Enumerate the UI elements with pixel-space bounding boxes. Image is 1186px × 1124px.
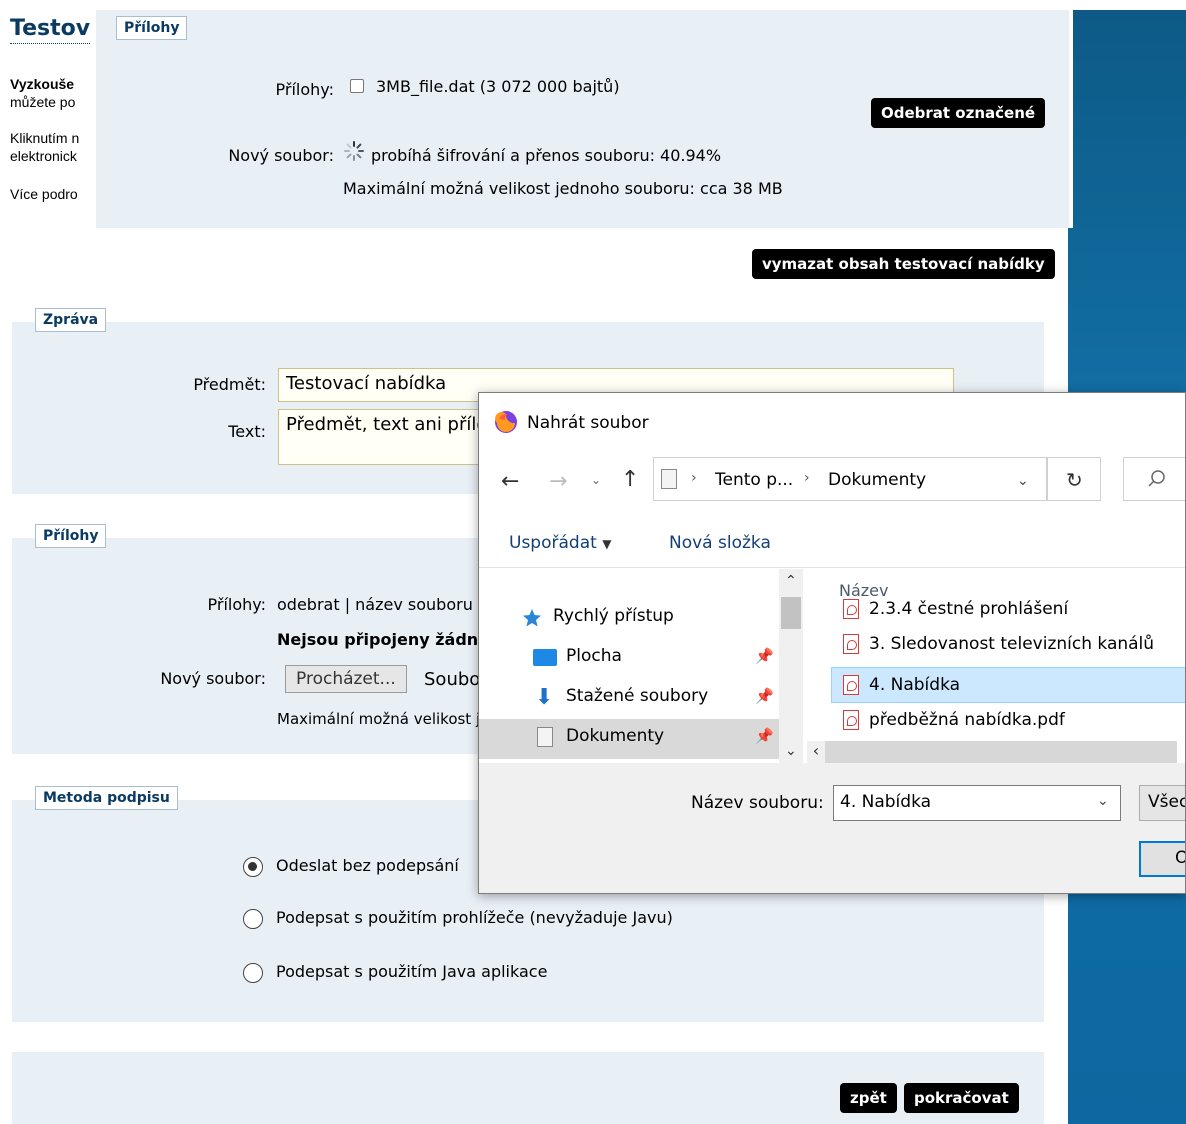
- option-label: Podepsat s použitím Java aplikace: [276, 962, 548, 981]
- intro-text: můžete po: [10, 94, 76, 110]
- dialog-title: Nahrát soubor: [527, 413, 649, 433]
- nav-item-documents[interactable]: Dokumenty: [566, 726, 664, 746]
- forward-arrow-icon[interactable]: →: [549, 469, 567, 494]
- pin-icon: 📌: [755, 647, 774, 665]
- filename-label: Název souboru:: [691, 793, 824, 813]
- new-file-label: Nový soubor:: [228, 146, 334, 165]
- text-label: Text:: [228, 422, 266, 441]
- intro-heading: Vyzkouše: [10, 76, 75, 92]
- signature-legend: Metoda podpisu: [35, 786, 178, 810]
- remove-selected-button[interactable]: Odebrat označené: [871, 98, 1046, 128]
- page-title: Testov: [10, 16, 91, 44]
- file-upload-dialog: Nahrát soubor ← → ⌄ ↑ › Tento p... › Dok…: [478, 392, 1186, 894]
- horizontal-scrollbar[interactable]: [825, 741, 1177, 763]
- recent-dropdown-icon[interactable]: ⌄: [591, 473, 601, 487]
- breadcrumb-item[interactable]: Dokumenty: [828, 470, 926, 490]
- radio-java-signature[interactable]: [243, 963, 263, 983]
- file-list: 2.3.4 čestné prohlášení 3. Sledovanost t…: [803, 571, 1185, 763]
- scroll-up-icon[interactable]: ⌃: [785, 573, 797, 589]
- download-icon: ⬇: [535, 685, 554, 710]
- option-label: Odeslat bez podepsání: [276, 856, 459, 875]
- file-name: předběžná nabídka.pdf: [869, 710, 1065, 730]
- file-checkbox[interactable]: [350, 79, 364, 93]
- max-size-note: Maximální možná velikost j: [277, 710, 481, 728]
- no-attachments-text: Nejsou připojeny žádn: [277, 630, 479, 649]
- file-name: 4. Nabídka: [869, 675, 961, 695]
- message-legend: Zpráva: [35, 308, 107, 332]
- firefox-icon: [495, 411, 517, 433]
- documents-icon: [537, 727, 553, 747]
- filename-dropdown-icon[interactable]: ⌄: [1097, 793, 1109, 809]
- up-arrow-icon[interactable]: ↑: [621, 467, 639, 492]
- attachments-label: Přílohy:: [275, 80, 334, 99]
- intro-text: Více podro: [10, 186, 78, 202]
- address-dropdown-icon[interactable]: ⌄: [1017, 473, 1029, 489]
- filename-input[interactable]: 4. Nabídka: [833, 785, 1121, 821]
- attached-file-name: 3MB_file.dat (3 072 000 bajtů): [376, 77, 620, 96]
- star-icon: [523, 609, 541, 627]
- intro-text: Kliknutím n: [10, 130, 80, 146]
- file-name: 2.3.4 čestné prohlášení: [869, 599, 1069, 619]
- nav-item-downloads[interactable]: Stažené soubory: [566, 686, 708, 706]
- breadcrumb-separator-icon: ›: [804, 470, 810, 486]
- continue-button[interactable]: pokračovat: [904, 1083, 1019, 1113]
- radio-no-signature[interactable]: [243, 857, 263, 877]
- toolbar-divider: [479, 567, 1185, 568]
- dropdown-triangle-icon: ▼: [602, 537, 612, 551]
- file-type-filter[interactable]: Všech: [1139, 785, 1185, 821]
- scrollbar-thumb[interactable]: [781, 597, 801, 629]
- upload-progress-text: probíhá šifrování a přenos souboru: 40.9…: [371, 146, 722, 165]
- search-icon: [1148, 470, 1165, 487]
- loading-spinner-icon: [344, 141, 364, 161]
- open-button[interactable]: O: [1139, 841, 1185, 877]
- attachments-legend: Přílohy: [35, 524, 107, 548]
- desktop-icon: [533, 649, 557, 666]
- back-arrow-icon[interactable]: ←: [501, 469, 519, 494]
- pdf-file-icon: [843, 675, 859, 695]
- no-file-selected-text: Soubo: [424, 669, 481, 690]
- pin-icon: 📌: [755, 687, 774, 705]
- new-folder-button[interactable]: Nová složka: [669, 533, 771, 553]
- attachments-header: odebrat | název souboru: [277, 595, 473, 614]
- clear-offer-button[interactable]: vymazat obsah testovací nabídky: [752, 249, 1055, 279]
- pdf-file-icon: [843, 634, 859, 654]
- subject-label: Předmět:: [193, 375, 266, 394]
- documents-icon: [661, 469, 677, 489]
- pin-icon: 📌: [755, 727, 774, 745]
- nav-item-desktop[interactable]: Plocha: [566, 646, 622, 666]
- max-size-note: Maximální možná velikost jednoho souboru…: [343, 179, 783, 198]
- pdf-file-icon: [843, 599, 859, 619]
- intro-text: elektronick: [10, 148, 77, 164]
- top-attachments-legend: Přílohy: [116, 16, 188, 40]
- scroll-left-icon[interactable]: ‹: [807, 741, 825, 763]
- organize-label: Uspořádat: [509, 533, 597, 553]
- browse-button[interactable]: Procházet...: [285, 665, 407, 693]
- breadcrumb-separator-icon: ›: [691, 470, 697, 486]
- scroll-down-icon[interactable]: ⌄: [785, 743, 797, 759]
- dialog-bottom-bar: [479, 763, 1185, 893]
- pdf-file-icon: [843, 710, 859, 730]
- file-name: 3. Sledovanost televizních kanálů: [869, 634, 1155, 654]
- back-button[interactable]: zpět: [840, 1083, 897, 1113]
- organize-menu[interactable]: Uspořádat ▼: [509, 533, 611, 553]
- breadcrumb-item[interactable]: Tento p...: [715, 470, 793, 490]
- nav-item-quick-access[interactable]: Rychlý přístup: [553, 606, 674, 626]
- attachments-label: Přílohy:: [207, 595, 266, 614]
- radio-browser-signature[interactable]: [243, 909, 263, 929]
- new-file-label: Nový soubor:: [160, 669, 266, 688]
- option-label: Podepsat s použitím prohlížeče (nevyžadu…: [276, 908, 673, 927]
- refresh-icon: ↻: [1066, 468, 1083, 492]
